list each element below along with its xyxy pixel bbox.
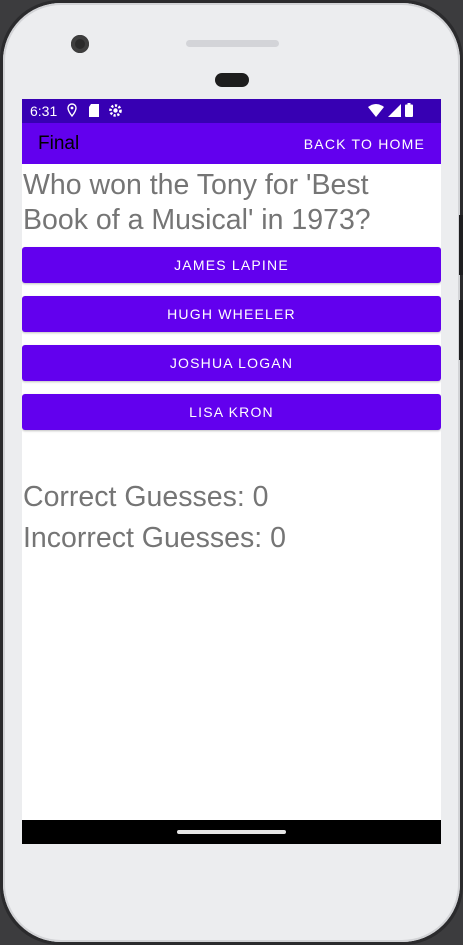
screen: 6:31 Final BACK TO HOME Who won the Tony… [22, 99, 441, 844]
answer-button-4[interactable]: LISA KRON [22, 394, 441, 430]
wifi-icon [368, 104, 384, 120]
location-icon [67, 103, 77, 121]
status-bar: 6:31 [22, 99, 441, 123]
phone-frame: 6:31 Final BACK TO HOME Who won the Tony… [0, 0, 463, 945]
app-title: Final [38, 133, 80, 154]
sd-card-icon [88, 103, 100, 121]
answer-button-1[interactable]: JAMES LAPINE [22, 247, 441, 283]
answer-button-3[interactable]: JOSHUA LOGAN [22, 345, 441, 381]
answer-button-2[interactable]: HUGH WHEELER [22, 296, 441, 332]
front-camera [71, 35, 89, 53]
app-bar: Final BACK TO HOME [22, 123, 441, 164]
proximity-sensor [215, 73, 249, 87]
back-to-home-button[interactable]: BACK TO HOME [304, 136, 425, 152]
volume-button [459, 215, 463, 275]
incorrect-guesses: Incorrect Guesses: 0 [23, 522, 286, 554]
question-text: Who won the Tony for 'Best Book of a Mus… [23, 169, 371, 236]
correct-guesses: Correct Guesses: 0 [23, 481, 269, 513]
status-time: 6:31 [30, 103, 58, 119]
power-button [459, 300, 463, 360]
cellular-icon [388, 104, 401, 120]
settings-icon [108, 103, 123, 121]
battery-icon [405, 103, 413, 120]
earpiece-speaker [186, 40, 279, 47]
phone-bezel: 6:31 Final BACK TO HOME Who won the Tony… [3, 3, 460, 942]
navigation-bar [22, 820, 441, 844]
home-gesture-handle[interactable] [177, 830, 286, 834]
